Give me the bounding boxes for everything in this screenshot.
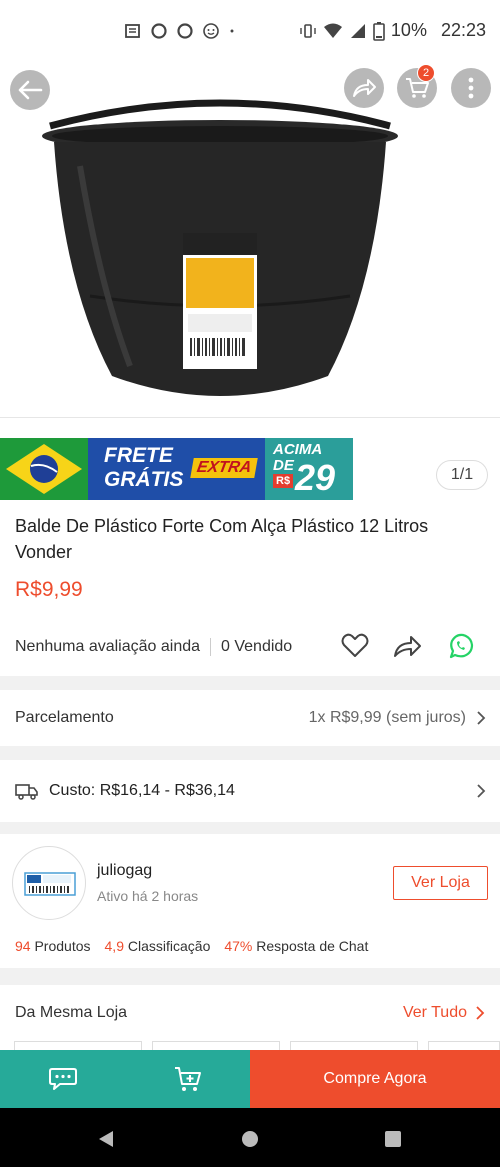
notification-icons bbox=[124, 22, 240, 40]
promo-free-line2: GRÁTIS bbox=[104, 468, 184, 491]
recents-square-icon[interactable] bbox=[384, 1130, 402, 1148]
shop-stats: 94 Produtos 4,9 Classificação 47% Respos… bbox=[15, 938, 368, 954]
wifi-icon bbox=[323, 23, 342, 38]
bottom-action-bar: Compre Agora bbox=[0, 1050, 500, 1108]
share-button[interactable] bbox=[344, 68, 384, 108]
buy-now-button[interactable]: Compre Agora bbox=[250, 1050, 500, 1108]
see-all-label: Ver Tudo bbox=[402, 1004, 467, 1021]
see-all-link[interactable]: Ver Tudo bbox=[403, 1004, 485, 1022]
circle-app-icon bbox=[151, 23, 167, 39]
shop-avatar[interactable] bbox=[12, 846, 86, 920]
rating-text: Nenhuma avaliação ainda bbox=[15, 638, 201, 655]
promo-amount: 29 bbox=[295, 457, 336, 498]
back-button[interactable] bbox=[10, 70, 50, 110]
promo-threshold: ACIMA DE R$ 29 bbox=[265, 438, 353, 500]
chevron-right-icon bbox=[476, 1006, 485, 1020]
promo-extra-badge: EXTRA bbox=[190, 458, 258, 478]
product-image-area[interactable]: 2 bbox=[0, 64, 500, 418]
chat-button[interactable] bbox=[0, 1050, 125, 1108]
system-navigation-bar bbox=[0, 1108, 500, 1167]
heart-icon[interactable] bbox=[340, 632, 370, 660]
battery-percent: 10% bbox=[390, 20, 427, 40]
promo-free-line1: FRETE bbox=[104, 444, 173, 467]
installments-row[interactable]: Parcelamento 1x R$9,99 (sem juros) bbox=[0, 690, 500, 746]
truck-icon bbox=[15, 784, 38, 800]
product-image[interactable] bbox=[40, 86, 400, 406]
brazil-flag-icon bbox=[0, 438, 88, 500]
signal-icon bbox=[350, 23, 365, 38]
same-store-label: Da Mesma Loja bbox=[15, 1004, 128, 1021]
system-status: 10% 22:23 bbox=[299, 20, 486, 41]
free-shipping-banner[interactable]: FRETE GRÁTIS EXTRA ACIMA DE R$ 29 bbox=[0, 438, 353, 500]
shipping-row[interactable]: Custo: R$16,14 - R$36,14 bbox=[0, 760, 500, 822]
shop-name[interactable]: juliogag bbox=[97, 862, 152, 880]
add-cart-icon bbox=[174, 1067, 201, 1091]
share-arrow-icon bbox=[353, 79, 376, 97]
chevron-right-icon bbox=[477, 711, 486, 725]
chat-icon bbox=[48, 1068, 77, 1090]
dot-icon bbox=[230, 29, 234, 33]
visit-shop-button[interactable]: Ver Loja bbox=[393, 866, 488, 900]
installments-value: 1x R$9,99 (sem juros) bbox=[308, 709, 466, 726]
same-store-section: Da Mesma Loja Ver Tudo bbox=[0, 985, 500, 1055]
whatsapp-icon[interactable] bbox=[446, 632, 476, 660]
product-price: R$9,99 bbox=[15, 578, 83, 601]
more-vertical-icon bbox=[468, 77, 474, 99]
promo-currency: R$ bbox=[273, 474, 294, 488]
shop-card: juliogag Ativo há 2 horas Ver Loja 94 Pr… bbox=[0, 834, 500, 968]
response-value: 47% bbox=[224, 938, 253, 954]
battery-icon bbox=[373, 21, 385, 41]
section-divider bbox=[0, 822, 500, 834]
news-icon bbox=[125, 24, 140, 38]
rating-label: Classificação bbox=[127, 938, 211, 954]
vibrate-icon bbox=[300, 23, 316, 38]
cart-badge: 2 bbox=[417, 64, 435, 82]
clock: 22:23 bbox=[440, 20, 486, 40]
more-button[interactable] bbox=[451, 68, 491, 108]
response-label: Resposta de Chat bbox=[256, 938, 369, 954]
circle-app-icon-2 bbox=[177, 23, 193, 39]
promo-text-block: FRETE GRÁTIS EXTRA ACIMA DE R$ 29 bbox=[88, 438, 353, 500]
arrow-left-icon bbox=[18, 80, 43, 100]
cart-button[interactable]: 2 bbox=[397, 64, 437, 108]
section-divider bbox=[0, 746, 500, 760]
rating-value: 4,9 bbox=[104, 938, 124, 954]
share-icon[interactable] bbox=[392, 632, 422, 660]
shipping-cost: Custo: R$16,14 - R$36,14 bbox=[49, 782, 235, 799]
image-pager: 1/1 bbox=[436, 460, 488, 490]
products-count: 94 bbox=[15, 938, 31, 954]
section-divider bbox=[0, 676, 500, 690]
installments-label: Parcelamento bbox=[15, 709, 114, 726]
divider bbox=[210, 638, 212, 656]
add-to-cart-button[interactable] bbox=[125, 1050, 250, 1108]
back-triangle-icon[interactable] bbox=[97, 1130, 115, 1148]
smiley-chat-icon bbox=[203, 23, 219, 39]
product-title: Balde De Plástico Forte Com Alça Plástic… bbox=[15, 516, 429, 562]
promo-above-line1: ACIMA bbox=[273, 441, 323, 458]
sold-text: 0 Vendido bbox=[221, 638, 293, 655]
shop-active-status: Ativo há 2 horas bbox=[97, 888, 199, 904]
home-circle-icon[interactable] bbox=[241, 1130, 259, 1148]
section-divider bbox=[0, 968, 500, 985]
products-label: Produtos bbox=[34, 938, 91, 954]
chevron-right-icon bbox=[477, 784, 486, 798]
status-bar: 10% 22:23 bbox=[0, 0, 500, 66]
